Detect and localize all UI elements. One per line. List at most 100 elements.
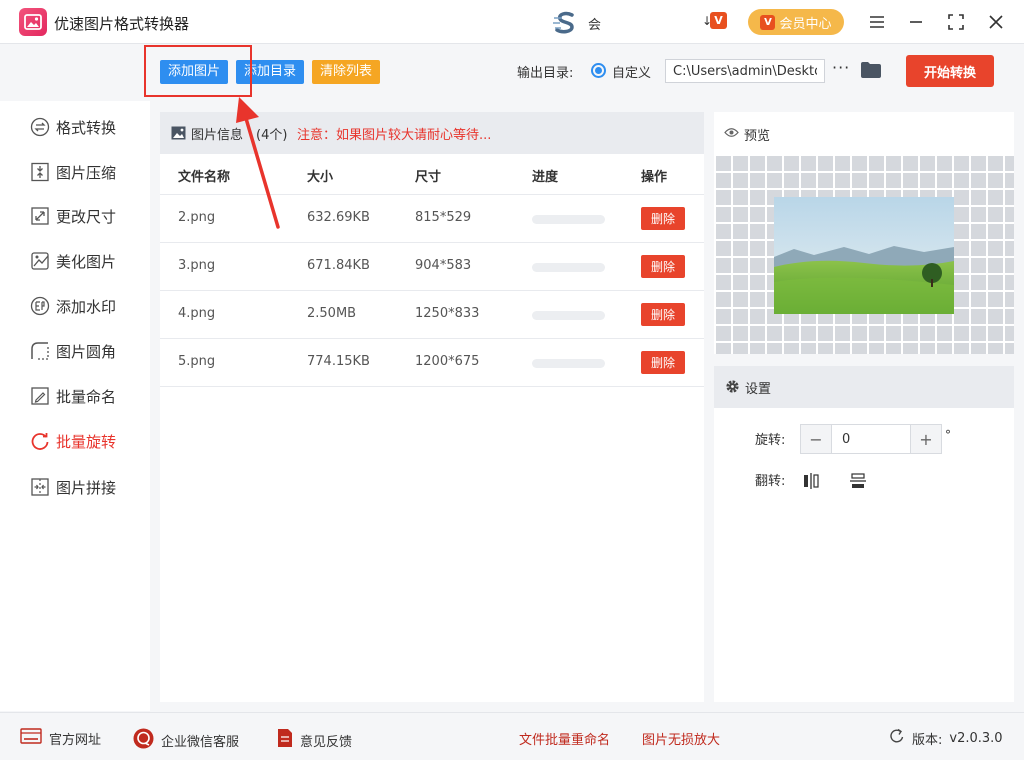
version-number: v2.0.3.0	[949, 730, 1003, 746]
rotate-value-input[interactable]: 0	[831, 425, 911, 453]
refresh-icon[interactable]	[889, 728, 905, 748]
feedback-label: 意见反馈	[300, 734, 353, 750]
start-convert-button[interactable]: 开始转换	[906, 55, 994, 87]
official-website-link[interactable]: 官方网址	[20, 728, 101, 748]
sidebar-item-label: 格式转换	[56, 118, 117, 137]
column-header-action: 操作	[641, 170, 668, 185]
sidebar-item-label: 美化图片	[56, 252, 117, 271]
column-header-progress: 进度	[532, 170, 559, 185]
file-size: 2.50MB	[307, 306, 357, 321]
sidebar-item-beautify[interactable]: 美化图片	[30, 249, 116, 273]
vip-badge-icon: V	[760, 14, 776, 30]
sidebar-item-rename[interactable]: 批量命名	[30, 384, 116, 408]
preview-title: 预览	[744, 129, 771, 144]
vip-small-icon[interactable]: V	[710, 12, 727, 29]
feedback-icon	[277, 728, 293, 752]
rename-icon	[30, 386, 50, 406]
app-title: 优速图片格式转换器	[54, 15, 190, 33]
folder-icon[interactable]	[860, 61, 882, 83]
sidebar-item-compress[interactable]: 图片压缩	[30, 160, 116, 184]
sidebar-item-resize[interactable]: 更改尺寸	[30, 204, 116, 228]
footer: 官方网址 企业微信客服 意见反馈 文件批量重命名 图片无损放大 版本: v2.0…	[0, 712, 1024, 760]
sidebar-item-label: 图片压缩	[56, 163, 117, 182]
sidebar-item-format-convert[interactable]: 格式转换	[30, 115, 116, 139]
maximize-icon[interactable]	[944, 10, 968, 34]
settings-title: 设置	[745, 382, 772, 397]
rotate-decrement-button[interactable]: −	[801, 425, 831, 453]
title-bar: 优速图片格式转换器 会 ↓ V V 会员中心	[0, 0, 1024, 44]
rotate-label: 旋转:	[755, 433, 786, 448]
output-path-field[interactable]	[665, 59, 825, 83]
table-divider	[160, 386, 704, 387]
flip-horizontal-icon[interactable]	[801, 471, 821, 491]
file-name: 4.png	[178, 306, 216, 321]
resize-icon	[30, 206, 50, 226]
sidebar: 格式转换 图片压缩 更改尺寸 美化图片 添加水印 图片圆角 批量命名 批量旋转 …	[0, 101, 150, 711]
flip-label: 翻转:	[755, 474, 786, 489]
feedback-link[interactable]: 意见反馈	[277, 728, 352, 752]
sidebar-item-rotate[interactable]: 批量旋转	[30, 429, 116, 453]
delete-button[interactable]: 删除	[641, 207, 685, 230]
eye-icon	[724, 127, 739, 142]
degree-unit: °	[945, 428, 951, 442]
app-logo-icon	[19, 8, 47, 36]
rotate-stepper: − 0 +	[800, 424, 942, 454]
table-row[interactable]: 4.png 2.50MB 1250*833 删除	[160, 290, 704, 338]
column-header-name: 文件名称	[178, 170, 231, 185]
settings-header: 设置	[714, 366, 1014, 408]
vip-center-label: 会员中心	[779, 16, 832, 32]
preview-panel: 预览	[714, 112, 1014, 354]
lossless-enlarge-link[interactable]: 图片无损放大	[642, 729, 720, 748]
annotation-highlight-box	[144, 45, 252, 97]
file-dims: 815*529	[415, 210, 472, 225]
sidebar-item-stitch[interactable]: 图片拼接	[30, 475, 116, 499]
official-website-label: 官方网址	[49, 732, 102, 748]
flip-vertical-icon[interactable]	[848, 471, 868, 491]
file-name: 5.png	[178, 354, 216, 369]
sidebar-item-label: 批量旋转	[56, 432, 117, 451]
batch-rename-link[interactable]: 文件批量重命名	[519, 729, 610, 748]
vip-center-button[interactable]: V 会员中心	[748, 9, 844, 35]
sidebar-item-label: 添加水印	[56, 297, 117, 316]
stitch-icon	[30, 477, 50, 497]
wechat-service-link[interactable]: 企业微信客服	[133, 728, 239, 753]
annotation-arrow-icon	[236, 97, 280, 229]
sidebar-item-watermark[interactable]: 添加水印	[30, 294, 116, 318]
delete-button[interactable]: 删除	[641, 351, 685, 374]
minimize-icon[interactable]	[904, 10, 928, 34]
delete-button[interactable]: 删除	[641, 255, 685, 278]
table-row[interactable]: 3.png 671.84KB 904*583 删除	[160, 242, 704, 290]
sidebar-item-label: 批量命名	[56, 387, 117, 406]
progress-bar	[532, 359, 605, 368]
table-row[interactable]: 5.png 774.15KB 1200*675 删除	[160, 338, 704, 386]
wechat-icon	[133, 728, 154, 753]
custom-output-radio[interactable]	[591, 63, 606, 78]
beautify-icon	[30, 251, 50, 271]
rotate-increment-button[interactable]: +	[911, 425, 941, 453]
wechat-service-label: 企业微信客服	[161, 735, 240, 750]
file-name: 2.png	[178, 210, 216, 225]
menu-icon[interactable]	[865, 10, 889, 34]
close-icon[interactable]	[984, 10, 1008, 34]
progress-bar	[532, 311, 605, 320]
sidebar-item-label: 图片拼接	[56, 478, 117, 497]
website-icon	[20, 728, 42, 748]
promo-logo-icon[interactable]	[552, 10, 580, 36]
convert-icon	[30, 117, 50, 137]
progress-bar	[532, 263, 605, 272]
image-icon	[171, 126, 186, 144]
wait-notice: 注意：如果图片较大请耐心等待...	[297, 128, 492, 143]
version-label: 版本:	[912, 732, 943, 748]
progress-bar	[532, 215, 605, 224]
promo-text[interactable]: 会	[588, 14, 601, 33]
clear-list-button[interactable]: 清除列表	[312, 60, 381, 84]
sidebar-item-round-corner[interactable]: 图片圆角	[30, 339, 116, 363]
compress-icon	[30, 162, 50, 182]
output-dir-label: 输出目录:	[517, 66, 574, 81]
custom-output-radio-label[interactable]: 自定义	[612, 62, 651, 81]
gear-icon	[725, 379, 740, 398]
file-dims: 1250*833	[415, 306, 480, 321]
file-size: 774.15KB	[307, 354, 370, 369]
more-options-button[interactable]: ···	[832, 58, 850, 77]
delete-button[interactable]: 删除	[641, 303, 685, 326]
